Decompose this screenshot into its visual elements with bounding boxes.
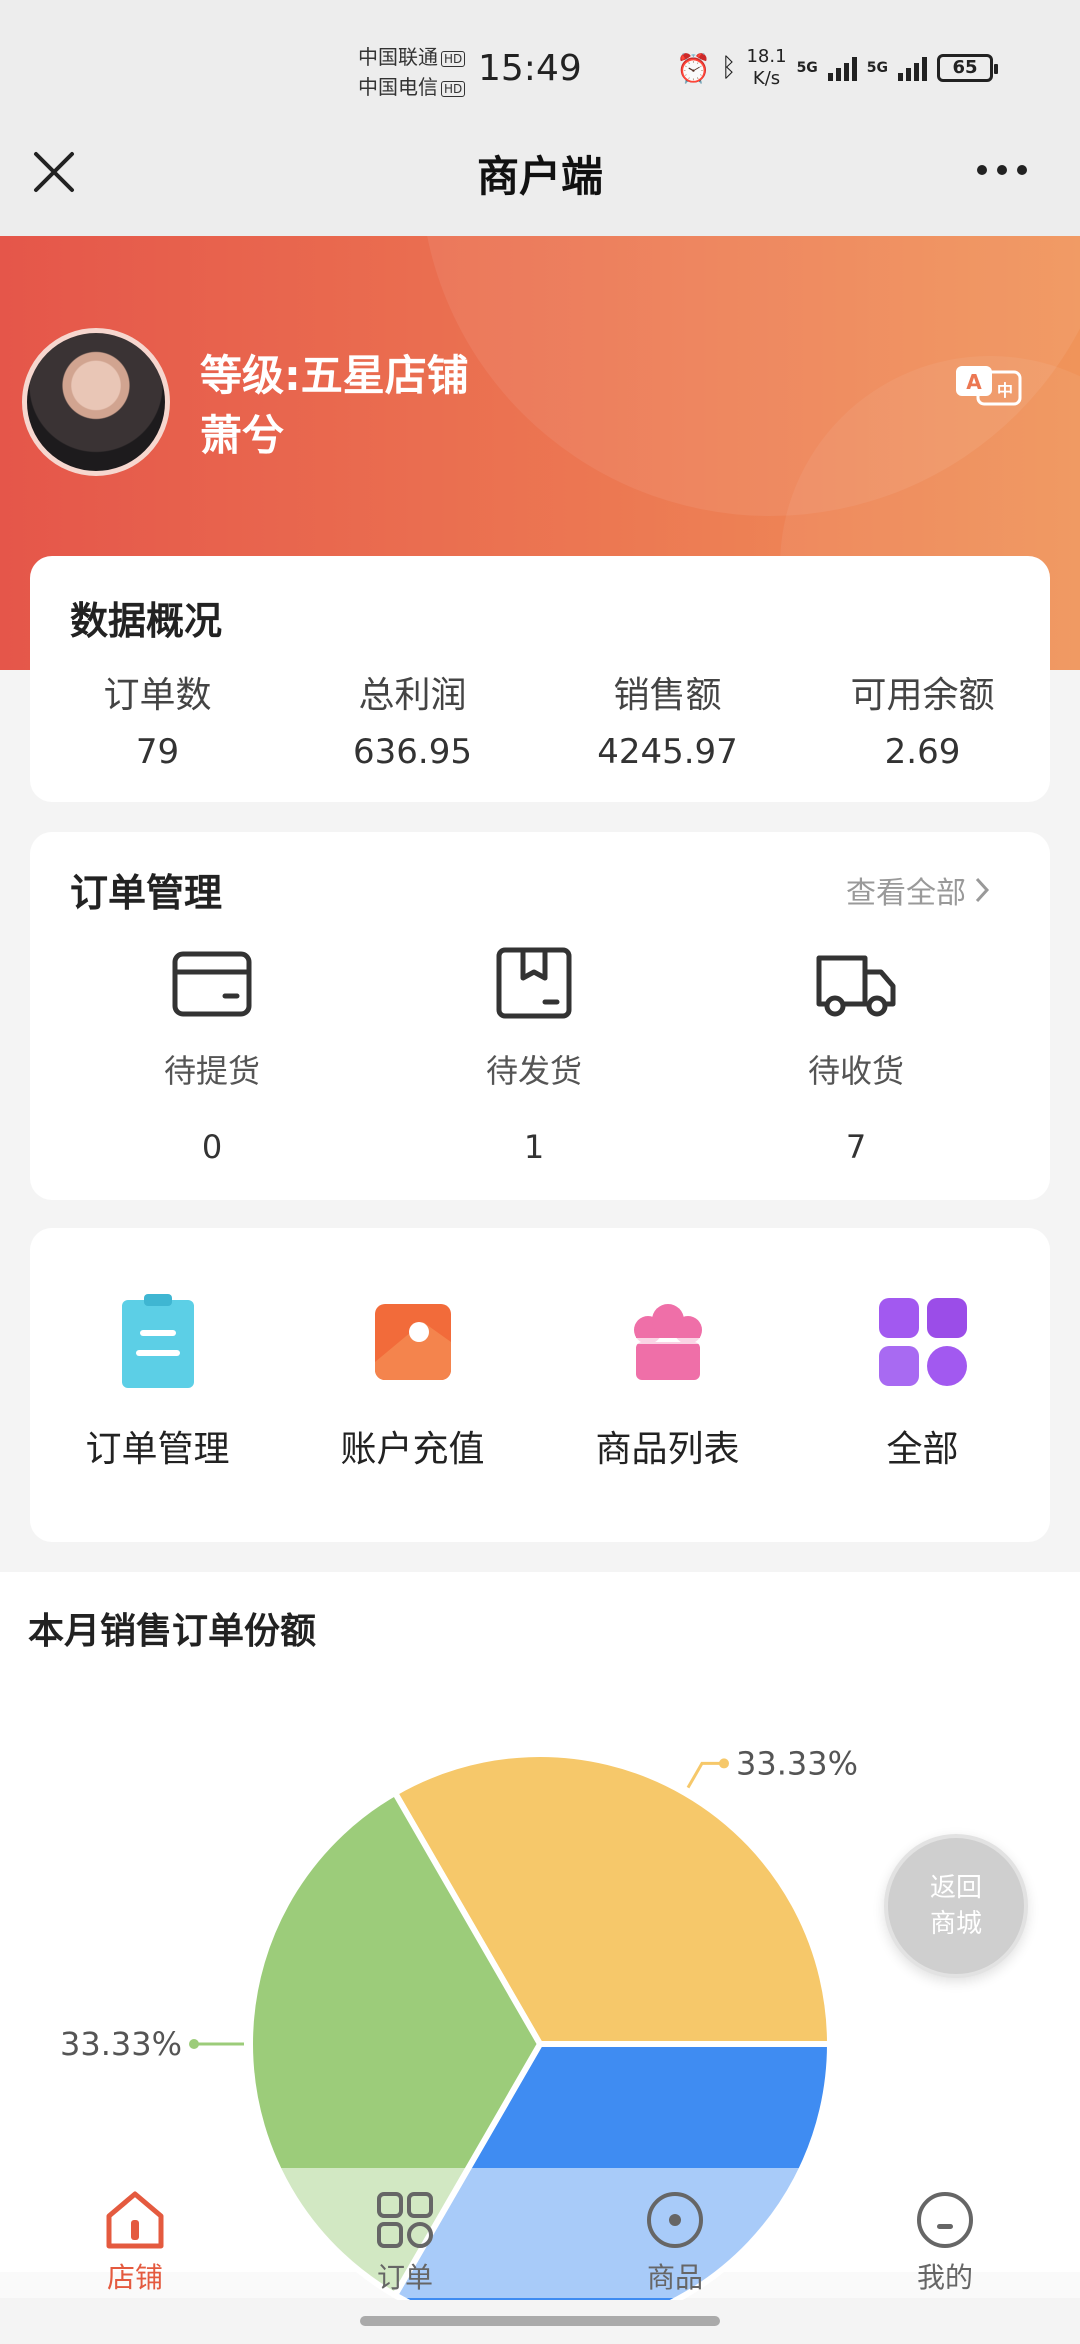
order-pending-shipment[interactable]: 待发货 1 xyxy=(434,944,634,1166)
product-circle-icon xyxy=(643,2188,707,2252)
signal-icon xyxy=(827,55,857,81)
quick-menu-card: 订单管理 账户充值 商品列表 全部 xyxy=(30,1228,1050,1542)
view-all-link[interactable]: 查看全部 xyxy=(846,868,990,912)
order-pending-receipt[interactable]: 待收货 7 xyxy=(756,944,956,1166)
pie-label-dot-0 xyxy=(719,1758,729,1769)
pie-label-line-0 xyxy=(686,1761,724,1789)
stat-profit[interactable]: 总利润 636.95 xyxy=(292,666,534,772)
order-pending-pickup[interactable]: 待提货 0 xyxy=(112,944,312,1166)
return-label-1: 返回 xyxy=(929,1873,982,1903)
shop-level: 等级:五星店铺 xyxy=(200,351,469,400)
svg-text:A: A xyxy=(966,370,982,394)
net-speed-unit: K/s xyxy=(752,68,781,89)
tab-label: 订单 xyxy=(376,2261,433,2294)
order-count: 0 xyxy=(201,1128,223,1166)
stat-value: 2.69 xyxy=(884,732,961,772)
tab-label: 我的 xyxy=(916,2261,973,2294)
order-management-card: 订单管理 查看全部 待提货 0 待发货 1 待收货 7 xyxy=(30,832,1050,1200)
stat-orders[interactable]: 订单数 79 xyxy=(37,666,279,772)
stat-balance[interactable]: 可用余额 2.69 xyxy=(802,666,1044,772)
tab-label: 商品 xyxy=(646,2261,703,2294)
stat-value: 79 xyxy=(135,732,180,772)
stat-label: 可用余额 xyxy=(850,675,995,716)
signal-label-1: 5G xyxy=(796,60,818,76)
status-icons: ⏰ ᛒ 18.1 K/s 5G 5G 65 xyxy=(676,46,999,90)
more-options-icon[interactable] xyxy=(972,150,1032,190)
stat-label: 总利润 xyxy=(358,675,467,716)
bottom-tab-bar: 店铺 订单 商品 我的 xyxy=(0,2168,1080,2298)
pie-data-label-2: 33.33% xyxy=(60,2025,182,2063)
stat-value: 636.95 xyxy=(353,732,472,772)
tab-shop[interactable]: 店铺 xyxy=(0,2168,270,2298)
grid-icon xyxy=(873,1292,973,1392)
order-label: 待收货 xyxy=(807,1052,904,1090)
carrier-info: 中国联通 HD 中国电信 HD xyxy=(358,42,466,102)
view-all-label: 查看全部 xyxy=(846,876,966,911)
clipboard-icon xyxy=(108,1292,208,1392)
signal-icon-2 xyxy=(898,55,928,81)
order-count: 7 xyxy=(845,1128,867,1166)
menu-label: 订单管理 xyxy=(85,1429,230,1470)
stat-sales[interactable]: 销售额 4245.97 xyxy=(547,666,789,772)
avatar[interactable] xyxy=(22,328,170,476)
menu-all[interactable]: 全部 xyxy=(802,1292,1044,1472)
translate-icon[interactable]: A 中 xyxy=(952,362,1024,412)
grid-apps-icon xyxy=(373,2188,437,2252)
order-label: 待提货 xyxy=(163,1052,260,1090)
shop-username: 萧兮 xyxy=(200,411,285,460)
recharge-icon xyxy=(363,1292,463,1392)
truck-icon xyxy=(813,944,899,1024)
chart-title: 本月销售订单份额 xyxy=(28,1611,317,1652)
overview-title: 数据概况 xyxy=(70,599,223,643)
menu-label: 账户充值 xyxy=(340,1429,485,1470)
tab-orders[interactable]: 订单 xyxy=(270,2168,540,2298)
return-to-mall-button[interactable]: 返回 商城 xyxy=(884,1834,1028,1978)
pie-label-dot-2 xyxy=(189,2039,199,2049)
tab-products[interactable]: 商品 xyxy=(540,2168,810,2298)
page-title: 商户端 xyxy=(476,152,603,201)
stat-label: 销售额 xyxy=(613,675,722,716)
carrier-2: 中国电信 xyxy=(358,75,438,99)
order-label: 待发货 xyxy=(485,1052,582,1090)
alarm-icon: ⏰ xyxy=(676,51,711,85)
return-label-2: 商城 xyxy=(929,1909,982,1939)
shop-home-icon xyxy=(103,2188,167,2252)
box-icon xyxy=(491,944,577,1024)
orders-title: 订单管理 xyxy=(70,871,223,915)
net-speed-value: 18.1 xyxy=(746,46,787,67)
menu-order-management[interactable]: 订单管理 xyxy=(37,1292,279,1472)
signal-label-2: 5G xyxy=(866,60,889,76)
carrier-1: 中国联通 xyxy=(358,45,438,69)
menu-product-list[interactable]: 商品列表 xyxy=(547,1292,789,1472)
profile-face-icon xyxy=(913,2188,977,2252)
menu-account-recharge[interactable]: 账户充值 xyxy=(292,1292,534,1472)
stat-value: 4245.97 xyxy=(597,732,738,772)
tab-label: 店铺 xyxy=(106,2261,163,2294)
home-indicator xyxy=(360,2316,720,2326)
hd-badge-1: HD xyxy=(441,50,466,67)
chevron-right-icon xyxy=(975,877,990,903)
wallet-icon xyxy=(169,944,255,1024)
svg-text:中: 中 xyxy=(997,381,1013,400)
stat-label: 订单数 xyxy=(103,675,212,716)
net-speed: 18.1 K/s xyxy=(746,46,786,90)
status-clock: 15:49 xyxy=(478,48,582,89)
data-overview-card: 数据概况 订单数 79 总利润 636.95 销售额 4245.97 可用余额 … xyxy=(30,556,1050,802)
pie-data-label-0: 33.33% xyxy=(736,1744,858,1782)
tab-mine[interactable]: 我的 xyxy=(810,2168,1080,2298)
hd-badge-2: HD xyxy=(441,80,466,97)
menu-label: 全部 xyxy=(886,1429,959,1470)
order-count: 1 xyxy=(523,1128,545,1166)
cupcake-icon xyxy=(618,1292,718,1392)
bluetooth-icon: ᛒ xyxy=(720,53,737,83)
battery-icon: 65 xyxy=(937,54,999,82)
menu-label: 商品列表 xyxy=(595,1429,740,1470)
